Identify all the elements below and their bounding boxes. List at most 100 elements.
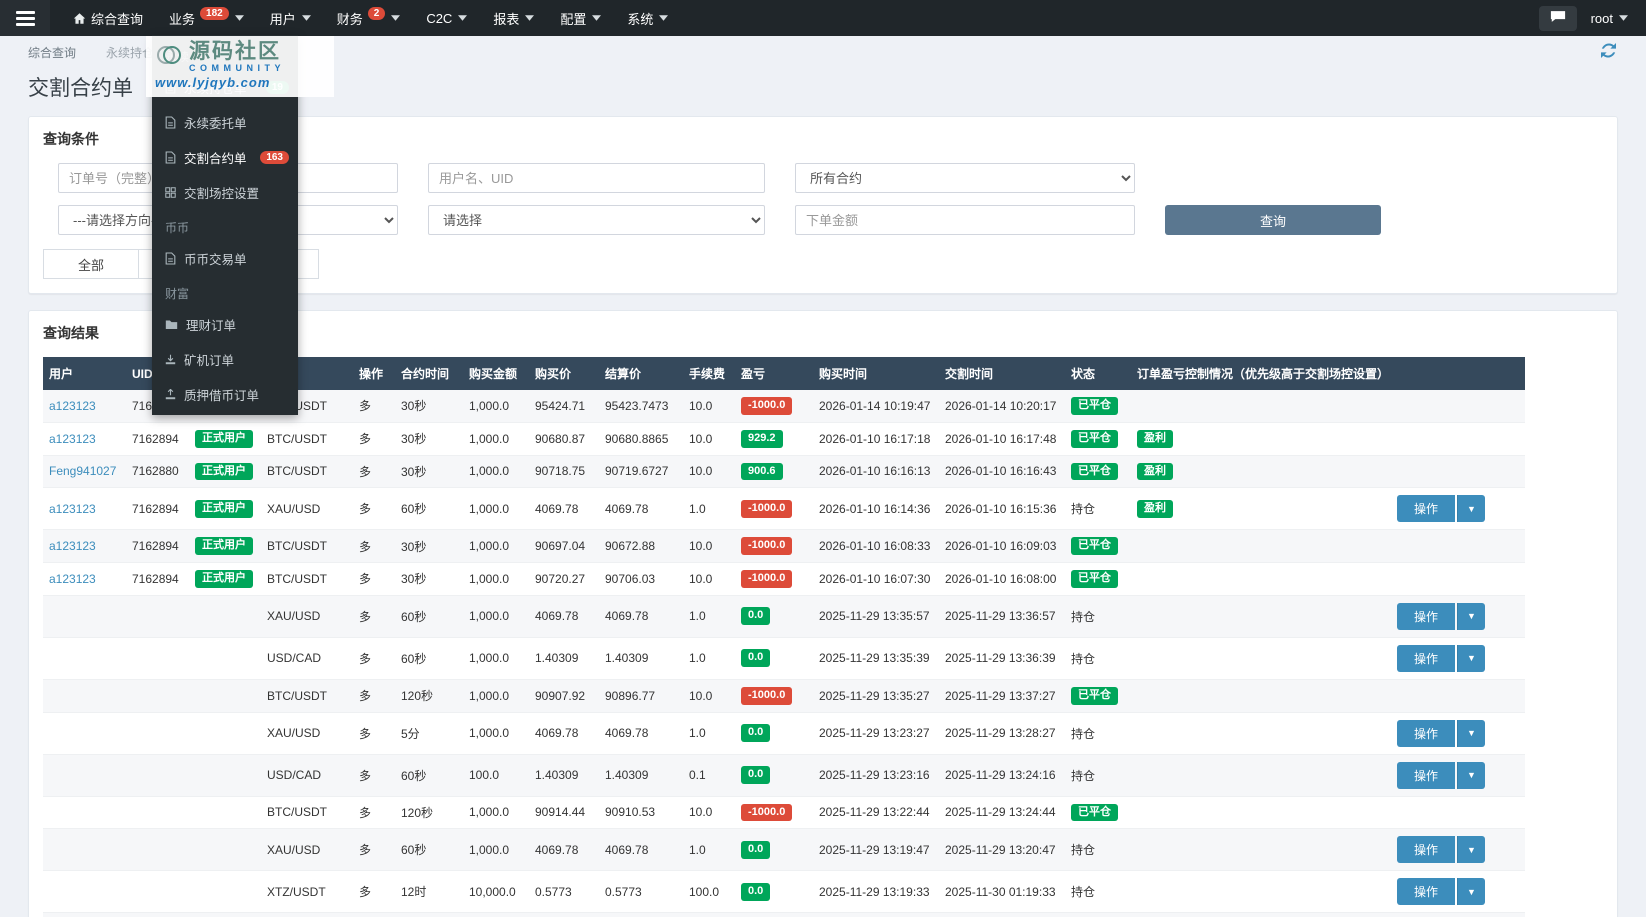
cell-buy-price: 90718.75 [529, 455, 599, 489]
action-caret-button[interactable]: ▼ [1457, 836, 1485, 864]
cell-contract-period: 60秒 [395, 595, 463, 638]
user-uid-input[interactable] [428, 163, 765, 193]
user-link[interactable]: Feng941027 [49, 464, 116, 478]
contract-select[interactable]: 所有合约 [795, 163, 1135, 193]
cell-buy-time: 2026-01-14 10:19:47 [813, 390, 939, 423]
menu-badge: 163 [260, 151, 289, 164]
user-menu[interactable]: root [1591, 11, 1628, 26]
menu-section-wealth: 财富 [165, 287, 190, 301]
cell-settle-time: 2025-11-29 13:37:27 [939, 679, 1065, 713]
cell-settle-price: 1.40309 [599, 637, 683, 680]
cell-actions [1391, 390, 1525, 423]
status-badge: 已平仓 [1071, 537, 1118, 555]
nav-item-c2c[interactable]: C2C [413, 0, 480, 36]
username: root [1590, 10, 1613, 26]
action-button-label[interactable]: 操作 [1397, 602, 1456, 630]
table-row: BTC/USDT 多 120秒 1,000.0 90914.44 90910.53 10.0… [43, 796, 1525, 830]
cell-status: 已平仓 [1065, 455, 1131, 489]
cell-buy-time: 2025-11-29 13:35:57 [813, 595, 939, 638]
hamburger-menu-button[interactable] [0, 0, 50, 36]
user-link[interactable]: a123123 [49, 572, 96, 586]
nav-item-report[interactable]: 报表 [480, 0, 547, 36]
user-link[interactable]: a123123 [49, 399, 96, 413]
row-action-button[interactable]: 操作 ▼ [1397, 644, 1485, 672]
menu-item-delivery-risk-settings[interactable]: 交割场控设置 [152, 175, 298, 210]
cell-fee: 0.1 [683, 754, 735, 797]
action-button-label[interactable]: 操作 [1397, 644, 1456, 672]
tab-all[interactable]: 全部 [44, 250, 140, 278]
cell-settle-price: 90672.88 [599, 529, 683, 563]
cell-direction: 多 [353, 828, 395, 872]
nav-item-config[interactable]: 配置 [547, 0, 614, 36]
cell-settle-price: 1.40309 [599, 754, 683, 797]
action-caret-button[interactable]: ▼ [1457, 644, 1485, 672]
cell-buy-time: 2026-01-10 16:17:18 [813, 422, 939, 456]
row-action-button[interactable]: 操作 ▼ [1397, 761, 1485, 789]
cell-contract: BTC/USDT [261, 455, 353, 489]
folder-icon [165, 319, 178, 330]
breadcrumb-item-overview[interactable]: 综合查询 [28, 44, 76, 61]
action-button-label[interactable]: 操作 [1397, 761, 1456, 789]
pnl-control-badge: 盈利 [1137, 462, 1173, 481]
cell-pnl: -1000.0 [735, 487, 813, 531]
nav-item-label: 配置 [560, 11, 587, 27]
cell-contract: XAU/USD [261, 828, 353, 872]
row-action-button[interactable]: 操作 ▼ [1397, 836, 1485, 864]
row-action-button[interactable]: 操作 ▼ [1397, 878, 1485, 906]
cell-buy-amount: 1,000.0 [463, 562, 529, 596]
cell-settle-price: 90719.6727 [599, 455, 683, 489]
user-type-badge: 正式用户 [195, 537, 253, 555]
pnl-badge: -1000.0 [741, 686, 793, 705]
user-link[interactable]: a123123 [49, 502, 96, 516]
action-caret-button[interactable]: ▼ [1457, 761, 1485, 789]
action-caret-button[interactable]: ▼ [1457, 602, 1485, 630]
action-caret-button[interactable]: ▼ [1457, 878, 1485, 906]
pnl-control-badge: 盈利 [1137, 429, 1173, 448]
action-button-label[interactable]: 操作 [1397, 836, 1456, 864]
cell-direction: 多 [353, 712, 395, 755]
nav-item-user[interactable]: 用户 [257, 0, 324, 36]
menu-item-miner-orders[interactable]: 矿机订单 [152, 342, 298, 377]
nav-item-system[interactable]: 系统 [614, 0, 681, 36]
cell-buy-time: 2025-11-29 13:19:33 [813, 870, 939, 914]
menu-item-pledge-orders[interactable]: 质押借币订单 [152, 377, 298, 412]
user-link[interactable]: a123123 [49, 539, 96, 553]
row-action-button[interactable]: 操作 ▼ [1397, 602, 1485, 630]
action-button-label[interactable]: 操作 [1397, 719, 1456, 747]
action-button-label[interactable]: 操作 [1397, 495, 1456, 523]
chat-button[interactable] [1538, 5, 1577, 31]
cell-fee: 100.0 [683, 870, 735, 914]
menu-item-spot-trade-orders[interactable]: 币币交易单 [152, 241, 298, 276]
cell-buy-price: 0.5773 [529, 870, 599, 914]
cell-fee: 1.0 [683, 487, 735, 531]
cell-settle-time: 2026-01-10 16:09:03 [939, 529, 1065, 563]
cell-status: 已平仓 [1065, 390, 1131, 423]
watermark-logo-icon [155, 41, 183, 72]
menu-item-perpetual-entrust-orders[interactable]: 永续委托单 [152, 105, 298, 140]
cell-fee: 10.0 [683, 422, 735, 456]
nav-item-label: 用户 [269, 11, 296, 27]
cell-pnl: 0.0 [735, 754, 813, 797]
status-select[interactable]: 请选择 [428, 205, 765, 235]
menu-item-wealth-orders[interactable]: 理财订单 [152, 307, 298, 342]
order-amount-input[interactable] [795, 205, 1135, 235]
search-button[interactable]: 查询 [1165, 205, 1381, 235]
nav-item-business[interactable]: 业务 182 [156, 0, 257, 36]
cell-contract-period: 60秒 [395, 487, 463, 531]
cell-fee: 1.0 [683, 595, 735, 638]
action-button-label[interactable]: 操作 [1397, 878, 1456, 906]
cell-uid: 7162894 [126, 529, 189, 563]
action-caret-button[interactable]: ▼ [1457, 495, 1485, 523]
action-caret-button[interactable]: ▼ [1457, 719, 1485, 747]
cell-buy-price: 1.40309 [529, 754, 599, 797]
row-action-button[interactable]: 操作 ▼ [1397, 495, 1485, 523]
upload-icon [165, 389, 176, 400]
row-action-button[interactable]: 操作 ▼ [1397, 719, 1485, 747]
refresh-button[interactable] [1601, 43, 1616, 61]
nav-item-overview[interactable]: 综合查询 [60, 0, 156, 36]
cell-contract: XAU/USD [261, 712, 353, 755]
user-link[interactable]: a123123 [49, 432, 96, 446]
menu-item-delivery-contract-orders[interactable]: 交割合约单 163 [152, 140, 298, 175]
nav-item-finance[interactable]: 财务 2 [324, 0, 414, 36]
chat-icon [1550, 10, 1566, 26]
